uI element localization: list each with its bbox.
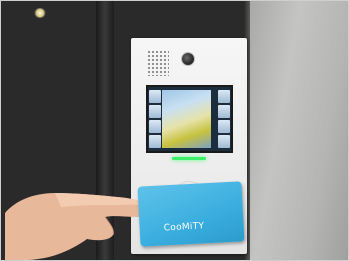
screen-button-column-right <box>218 90 230 148</box>
screen-button-column-left <box>149 90 161 148</box>
concrete-wall <box>250 0 349 261</box>
screen-button <box>149 135 161 148</box>
screen-button <box>218 105 230 118</box>
camera-lens-icon <box>182 53 194 65</box>
hand <box>5 193 154 261</box>
photo-scene: CooMiTY <box>0 0 349 261</box>
screen-button <box>149 105 161 118</box>
intercom-screen <box>146 85 233 153</box>
screen-button <box>218 120 230 133</box>
screen-wallpaper <box>162 90 211 148</box>
card-brand-label: CooMiTY <box>163 221 205 234</box>
screen-button <box>218 90 230 103</box>
status-led-strip <box>172 157 206 160</box>
ceiling-light <box>34 8 46 18</box>
screen-button <box>218 135 230 148</box>
screen-button <box>149 120 161 133</box>
speaker-grille-icon <box>147 50 169 76</box>
screen-button <box>149 90 161 103</box>
rfid-card[interactable]: CooMiTY <box>137 181 245 247</box>
